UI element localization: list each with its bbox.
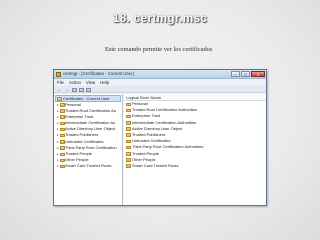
menu-file[interactable]: File [57,79,64,86]
slide-subtitle: Este comando permite ver los certificado… [105,46,213,53]
window-titlebar[interactable]: certmgr - [Certificates - Current User] … [54,70,266,79]
expand-arrow-icon[interactable]: ▸ [57,132,59,138]
close-button[interactable]: x [251,71,265,77]
folder-icon [125,102,131,106]
expand-arrow-icon[interactable]: ▸ [57,145,59,151]
folder-icon [59,109,65,113]
folder-icon [59,121,65,126]
column-header-logical-store-name[interactable]: Logical Store Name [124,94,266,101]
expand-arrow-icon[interactable]: ▸ [57,151,59,157]
tree-item[interactable]: ▸ Smart Card Trusted Roots [54,163,122,169]
folder-icon [59,152,65,156]
folder-icon [59,127,65,132]
folder-icon [125,133,131,137]
properties-icon[interactable] [79,87,84,92]
list-item[interactable]: Smart Card Trusted Roots [124,163,266,169]
menu-action[interactable]: Action [69,79,81,86]
expand-arrow-icon[interactable]: ▸ [57,163,59,169]
expand-arrow-icon[interactable]: ▸ [57,120,59,126]
folder-icon [125,158,131,162]
window-title: certmgr - [Certificates - Current User] [63,71,134,76]
folder-icon [125,121,131,125]
toolbar: ← → [54,86,266,93]
folder-icon [59,133,65,138]
console-tree-pane[interactable]: Certificates - Current User ▸ Personal ▸ T… [54,94,123,205]
folder-icon [59,158,65,163]
folder-icon [59,140,65,144]
folder-icon [125,164,131,168]
store-list-pane[interactable]: Logical Store Name Personal Trusted Root… [124,94,266,205]
folder-icon [59,103,65,107]
folder-icon [125,108,131,113]
expand-arrow-icon[interactable]: ▸ [57,126,59,132]
folder-icon [125,114,131,119]
menu-help[interactable]: Help [100,79,109,86]
folder-icon [125,152,131,156]
show-hide-tree-icon[interactable] [72,87,77,92]
folder-icon [125,139,131,144]
forward-arrow-icon[interactable]: → [64,86,70,92]
menu-view[interactable]: View [86,79,95,86]
menu-bar: File Action View Help [54,79,266,86]
folder-icon [59,115,65,119]
expand-arrow-icon[interactable]: ▸ [57,139,59,145]
certificates-store-icon [57,97,62,101]
folder-icon [125,127,131,131]
minimize-button[interactable]: – [231,71,240,77]
expand-arrow-icon[interactable]: ▸ [57,114,59,120]
expand-arrow-icon[interactable]: ▸ [57,102,59,108]
window-controls: – □ x [231,71,265,78]
folder-icon [59,146,65,150]
slide-title: 18. certmgr.msc [112,11,208,25]
certmgr-app-icon [56,72,61,77]
maximize-button[interactable]: □ [241,71,250,77]
certmgr-window: certmgr - [Certificates - Current User] … [53,69,267,206]
expand-arrow-icon[interactable]: ▸ [57,157,59,163]
back-arrow-icon[interactable]: ← [56,86,62,92]
folder-icon [59,164,65,169]
export-list-icon[interactable] [86,87,91,92]
folder-icon [125,145,131,150]
expand-arrow-icon[interactable]: ▸ [57,108,59,114]
